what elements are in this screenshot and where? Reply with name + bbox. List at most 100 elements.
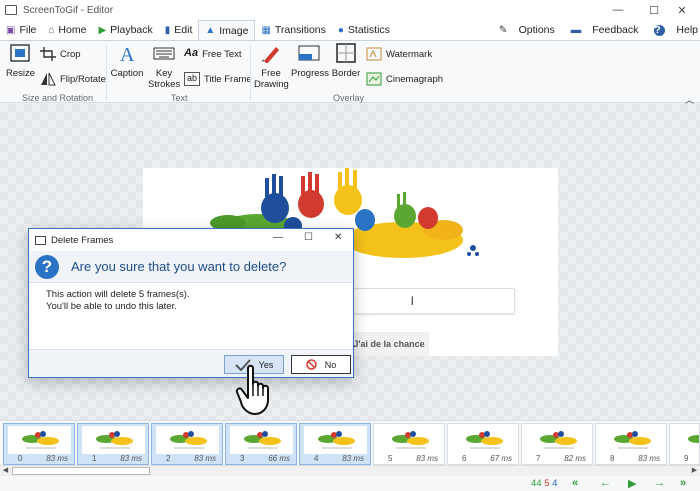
progress-button[interactable]: Progress	[291, 43, 329, 79]
key-strokes-button[interactable]: Key Strokes	[148, 43, 180, 90]
key-strokes-label: Key	[155, 68, 173, 79]
free-drawing-label-2: Drawing	[254, 79, 289, 90]
tab-file[interactable]: ▣ File	[0, 20, 42, 40]
frame-number: 8	[610, 454, 615, 463]
dialog-title: Delete Frames	[51, 234, 114, 246]
options-button[interactable]: ✎ Options	[491, 24, 555, 36]
caption-label: Caption	[110, 68, 144, 79]
frame-thumbnail[interactable]: 2 83 ms	[151, 423, 223, 465]
window-titlebar: ScreenToGif - Editor — ☐ ✕	[0, 0, 700, 20]
group-separator	[250, 45, 251, 101]
frame-number: 2	[166, 454, 171, 463]
tab-transitions[interactable]: ▦ Transitions	[255, 20, 331, 40]
help-button[interactable]: ? Help	[646, 24, 698, 36]
frame-number: 3	[240, 454, 245, 463]
tab-label: Transitions	[274, 24, 326, 36]
frame-number: 0	[18, 454, 23, 463]
title-frame-button[interactable]: ab Title Frame	[184, 72, 252, 86]
frame-thumb-image	[526, 426, 589, 454]
frame-number: 9	[684, 454, 689, 463]
crop-label: Crop	[60, 48, 81, 60]
edit-icon: ▮	[164, 24, 171, 36]
tab-label: Statistics	[347, 24, 390, 36]
ribbon-tabbar: ▣ File ⌂ Home ▶ Playback ▮ Edit ▲ Image ▦ Tran…	[0, 20, 700, 40]
scroll-left-icon[interactable]: ◀	[0, 466, 11, 476]
flip-rotate-icon	[41, 72, 56, 86]
tab-statistics[interactable]: ● Statistics	[332, 20, 396, 40]
help-label: Help	[676, 24, 698, 36]
border-icon	[336, 43, 356, 63]
frame-thumbnail[interactable]: 7 82 ms	[521, 423, 593, 465]
dialog-header: ? Are you sure that you want to delete?	[29, 251, 353, 283]
frame-number: 5	[388, 454, 393, 463]
flip-rotate-button[interactable]: Flip/Rotate	[40, 72, 106, 86]
border-button[interactable]: Border	[331, 43, 361, 79]
dialog-close-button[interactable]: ✕	[334, 232, 342, 243]
key-strokes-label-2: Strokes	[148, 79, 181, 90]
selected-frames: 5	[544, 478, 550, 489]
watermark-icon	[366, 47, 382, 61]
feedback-button[interactable]: ▬ Feedback	[563, 24, 639, 36]
frame-thumbnail[interactable]: 4 83 ms	[299, 423, 371, 465]
frame-thumbnail[interactable]: 5 83 ms	[373, 423, 445, 465]
cancel-icon	[305, 359, 317, 370]
frame-delay: 83 ms	[342, 454, 364, 463]
tab-label: Image	[219, 24, 249, 37]
tab-edit[interactable]: ▮ Edit	[159, 20, 199, 40]
dialog-minimize-button[interactable]: —	[273, 232, 283, 243]
tab-playback[interactable]: ▶ Playback	[92, 20, 158, 40]
status-bar: 44 5 4 « ← ▶ → »	[0, 476, 700, 491]
scrollbar-thumb[interactable]	[12, 467, 150, 475]
free-text-label: Free Text	[202, 48, 242, 60]
flip-rotate-label: Flip/Rotate	[60, 73, 106, 85]
tab-image[interactable]: ▲ Image	[198, 20, 256, 40]
dialog-maximize-button[interactable]: ☐	[304, 232, 313, 243]
previous-frame-icon[interactable]: ←	[600, 477, 611, 489]
watermark-button[interactable]: Watermark	[366, 47, 432, 61]
frame-delay: 82 ms	[564, 454, 586, 463]
frame-number: 6	[462, 454, 467, 463]
delete-frames-dialog: Delete Frames — ☐ ✕ ? Are you sure that …	[28, 228, 354, 378]
frame-thumbnail[interactable]: 8 83 ms	[595, 423, 667, 465]
crop-icon	[40, 47, 56, 61]
app-icon	[5, 5, 17, 15]
caption-icon: A	[120, 44, 135, 66]
frame-thumbnail[interactable]: 9	[669, 423, 700, 465]
free-drawing-button[interactable]: Free Drawing	[254, 43, 289, 90]
next-frame-icon[interactable]: →	[654, 477, 665, 489]
last-frame-icon[interactable]: »	[680, 477, 686, 489]
frame-thumbnail[interactable]: 6 67 ms	[447, 423, 519, 465]
group-label-overlay: Overlay	[333, 93, 365, 103]
lucky-button[interactable]: J'ai de la chance	[349, 332, 429, 356]
frame-thumb-image	[230, 426, 293, 454]
feedback-label: Feedback	[592, 24, 639, 36]
crop-button[interactable]: Crop	[40, 47, 81, 61]
title-frame-label: Title Frame	[204, 73, 252, 85]
help-icon: ?	[654, 24, 666, 36]
frame-thumbnail[interactable]: 0 83 ms	[3, 423, 75, 465]
play-icon[interactable]: ▶	[628, 477, 636, 490]
text-cursor-icon: I	[410, 294, 414, 308]
dialog-footer: Yes No	[29, 349, 353, 377]
minimize-button[interactable]: —	[600, 0, 636, 20]
resize-button[interactable]: Resize	[6, 43, 36, 79]
frame-delay: 83 ms	[46, 454, 68, 463]
close-button[interactable]: ✕	[664, 0, 700, 20]
no-button[interactable]: No	[291, 355, 351, 374]
ribbon: Resize Crop Flip/Rotate Size and Rotatio…	[0, 40, 700, 105]
free-text-button[interactable]: Aa Free Text	[184, 47, 242, 61]
frame-thumbnail[interactable]: 1 83 ms	[77, 423, 149, 465]
timeline-scrollbar[interactable]: ◀ ▶	[0, 465, 700, 476]
svg-text:A: A	[120, 44, 135, 63]
first-frame-icon[interactable]: «	[572, 477, 578, 489]
resize-label: Resize	[6, 68, 36, 79]
cinemagraph-button[interactable]: Cinemagraph	[366, 72, 443, 86]
transitions-icon: ▦	[261, 24, 271, 36]
scroll-right-icon[interactable]: ▶	[689, 466, 700, 476]
frame-thumb-image	[378, 426, 441, 454]
caption-button[interactable]: A Caption	[110, 43, 144, 79]
frame-delay: 66 ms	[268, 454, 290, 463]
frame-thumbnail[interactable]: 3 66 ms	[225, 423, 297, 465]
tab-home[interactable]: ⌂ Home	[42, 20, 92, 40]
frame-number: 7	[536, 454, 541, 463]
